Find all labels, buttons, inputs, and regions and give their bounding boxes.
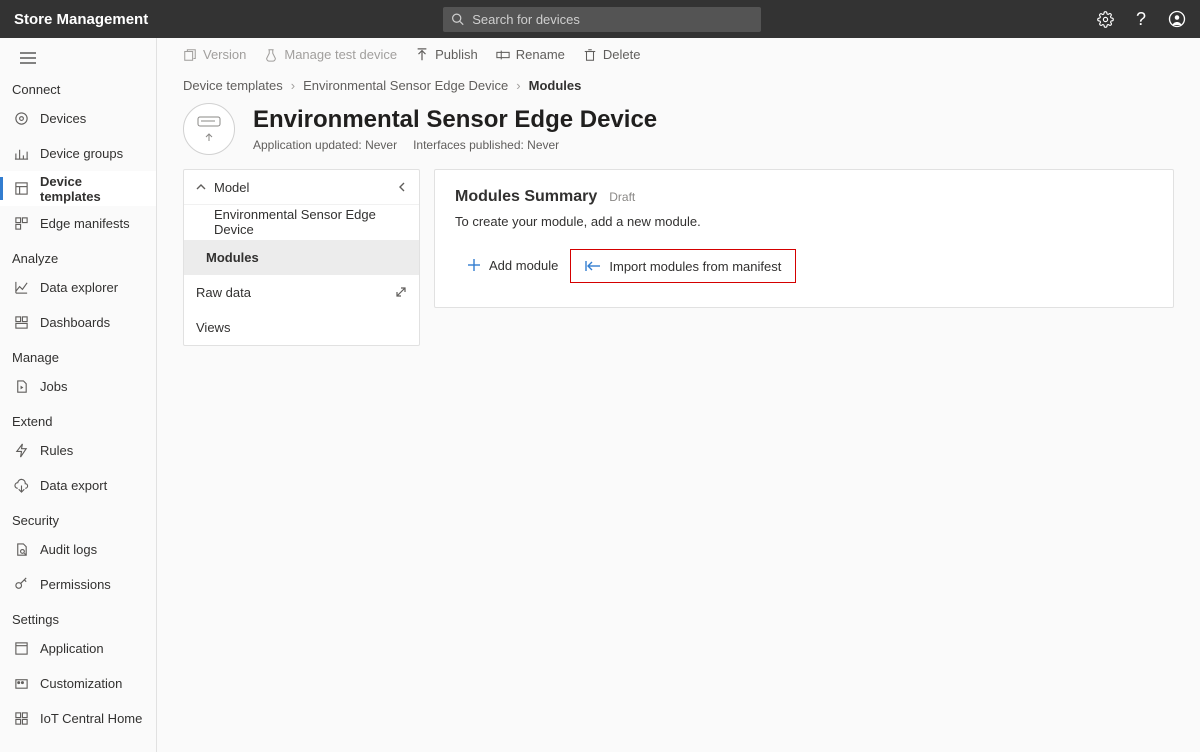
- home-icon: [12, 711, 30, 726]
- sidebar-item-label: Data export: [40, 478, 107, 493]
- tree-views-node[interactable]: Views: [184, 310, 419, 345]
- sidebar-item-rules[interactable]: Rules: [0, 433, 156, 468]
- sidebar-item-edge-manifests[interactable]: Edge manifests: [0, 206, 156, 241]
- page-title: Environmental Sensor Edge Device: [253, 106, 657, 134]
- nav-section-label: Connect: [0, 72, 156, 101]
- account-icon[interactable]: [1168, 10, 1186, 28]
- help-icon[interactable]: ?: [1132, 10, 1150, 28]
- chevron-left-icon[interactable]: [397, 182, 407, 192]
- panel-title: Modules Summary: [455, 188, 597, 206]
- sidebar-item-audit-logs[interactable]: Audit logs: [0, 532, 156, 567]
- sidebar-item-label: Dashboards: [40, 315, 110, 330]
- search-box[interactable]: [443, 7, 761, 32]
- model-tree: Model Environmental Sensor Edge Device M…: [183, 169, 420, 346]
- devices-icon: [12, 111, 30, 126]
- barchart-icon: [12, 146, 30, 161]
- breadcrumb: Device templates › Environmental Sensor …: [183, 78, 1174, 93]
- cloud-out-icon: [12, 478, 30, 493]
- nav-section-label: Settings: [0, 602, 156, 631]
- sidebar-item-label: Devices: [40, 111, 86, 126]
- sidebar-item-device-groups[interactable]: Device groups: [0, 136, 156, 171]
- sidebar-item-data-explorer[interactable]: Data explorer: [0, 270, 156, 305]
- tree-rawdata-node[interactable]: Raw data: [184, 275, 419, 310]
- hamburger-icon[interactable]: [0, 38, 156, 72]
- sidebar-item-label: Customization: [40, 676, 122, 691]
- chevron-up-icon: [196, 182, 206, 192]
- sidebar-item-application[interactable]: Application: [0, 631, 156, 666]
- main: Version Manage test device Publish Renam…: [157, 38, 1200, 752]
- breadcrumb-modules: Modules: [529, 78, 582, 93]
- sidebar-item-label: Data explorer: [40, 280, 118, 295]
- sidebar-item-data-export[interactable]: Data export: [0, 468, 156, 503]
- import-modules-button[interactable]: Import modules from manifest: [573, 250, 793, 282]
- toolbar-publish[interactable]: Publish: [415, 47, 478, 62]
- add-module-button[interactable]: Add module: [455, 249, 570, 281]
- tree-model-header[interactable]: Model: [184, 170, 419, 205]
- sidebar-item-label: Device groups: [40, 146, 123, 161]
- sidebar: Connect Devices Device groups Device templa…: [0, 38, 157, 752]
- chevron-right-icon: ›: [516, 78, 520, 93]
- sidebar-item-dashboards[interactable]: Dashboards: [0, 305, 156, 340]
- import-icon: [585, 259, 601, 273]
- puzzle-icon: [12, 216, 30, 231]
- search-icon: [451, 12, 464, 26]
- sidebar-item-permissions[interactable]: Permissions: [0, 567, 156, 602]
- app-grid-icon: [12, 641, 30, 656]
- expand-icon[interactable]: [395, 286, 407, 298]
- device-template-icon: [183, 103, 235, 155]
- toolbar-delete[interactable]: Delete: [583, 47, 641, 62]
- nav-section-label: Security: [0, 503, 156, 532]
- topbar-actions: ?: [1096, 10, 1186, 28]
- sidebar-item-label: Device templates: [40, 174, 144, 204]
- page-toolbar: Version Manage test device Publish Renam…: [157, 38, 1200, 72]
- doc-search-icon: [12, 542, 30, 557]
- toolbar-manage-test: Manage test device: [264, 47, 397, 62]
- topbar: Store Management ?: [0, 0, 1200, 38]
- meta-published: Interfaces published: Never: [413, 138, 559, 152]
- modules-panel: Modules Summary Draft To create your mod…: [434, 169, 1174, 308]
- app-title: Store Management: [14, 11, 148, 28]
- sidebar-item-label: Edge manifests: [40, 216, 130, 231]
- sidebar-item-label: Rules: [40, 443, 73, 458]
- sidebar-item-jobs[interactable]: Jobs: [0, 369, 156, 404]
- sidebar-item-label: Application: [40, 641, 104, 656]
- sidebar-item-label: Permissions: [40, 577, 111, 592]
- file-play-icon: [12, 379, 30, 394]
- import-highlight: Import modules from manifest: [570, 249, 796, 283]
- sidebar-item-device-templates[interactable]: Device templates: [0, 171, 156, 206]
- sidebar-item-customization[interactable]: Customization: [0, 666, 156, 701]
- breadcrumb-device-templates[interactable]: Device templates: [183, 78, 283, 93]
- template-icon: [12, 181, 30, 196]
- key-icon: [12, 577, 30, 592]
- nav-section-label: Manage: [0, 340, 156, 369]
- sidebar-item-label: IoT Central Home: [40, 711, 142, 726]
- palette-icon: [12, 676, 30, 691]
- meta-updated: Application updated: Never: [253, 138, 397, 152]
- settings-icon[interactable]: [1096, 10, 1114, 28]
- breadcrumb-device[interactable]: Environmental Sensor Edge Device: [303, 78, 508, 93]
- bolt-icon: [12, 443, 30, 458]
- dashboard-icon: [12, 315, 30, 330]
- sidebar-item-label: Jobs: [40, 379, 67, 394]
- plus-icon: [467, 258, 481, 272]
- draft-badge: Draft: [609, 190, 635, 204]
- nav-section-label: Extend: [0, 404, 156, 433]
- search-input[interactable]: [472, 12, 753, 27]
- chevron-right-icon: ›: [291, 78, 295, 93]
- toolbar-version: Version: [183, 47, 246, 62]
- sidebar-item-iot-central-home[interactable]: IoT Central Home: [0, 701, 156, 736]
- nav-section-label: Analyze: [0, 241, 156, 270]
- tree-root-node[interactable]: Environmental Sensor Edge Device: [184, 205, 419, 240]
- linechart-icon: [12, 280, 30, 295]
- sidebar-item-devices[interactable]: Devices: [0, 101, 156, 136]
- sidebar-item-label: Audit logs: [40, 542, 97, 557]
- page-header: Environmental Sensor Edge Device Applica…: [183, 103, 1174, 155]
- toolbar-rename[interactable]: Rename: [496, 47, 565, 62]
- panel-help-text: To create your module, add a new module.: [455, 214, 1153, 229]
- tree-modules-node[interactable]: Modules: [184, 240, 419, 275]
